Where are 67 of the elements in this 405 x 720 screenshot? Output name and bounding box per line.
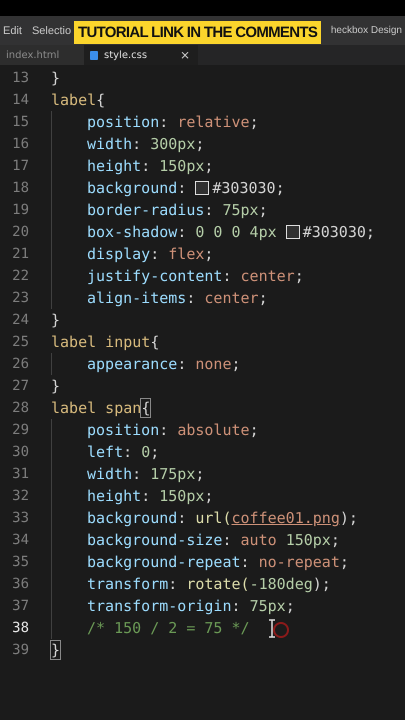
code-text: display: flex; (87, 245, 214, 263)
code-text: position: relative; (87, 113, 259, 131)
code-text: } (51, 69, 60, 87)
line-number: 33 (11, 510, 29, 526)
tutorial-banner: TUTORIAL LINK IN THE COMMENTS (74, 21, 322, 44)
line-number: 24 (11, 312, 29, 328)
line-number: 23 (11, 290, 29, 306)
code-text: label input{ (51, 333, 160, 351)
code-text: background-size: auto 150px; (87, 531, 340, 549)
line-number: 15 (11, 114, 29, 130)
line-number: 20 (11, 224, 29, 240)
file-tab[interactable]: style.css × (84, 45, 198, 65)
code-text: background: (87, 179, 188, 197)
code-text: background-repeat: no-repeat; (87, 553, 349, 571)
code-text: } (51, 311, 60, 329)
code-text: transform-origin: 75px; (87, 597, 295, 615)
code-text: position: absolute; (87, 421, 259, 439)
line-number: 36 (11, 576, 29, 592)
line-number: 32 (11, 488, 29, 504)
code-text: label{ (51, 91, 106, 109)
line-number: 14 (11, 92, 29, 108)
line-number: 22 (11, 268, 29, 284)
color-swatch[interactable] (195, 181, 210, 195)
code-text: height: 150px; (87, 157, 214, 175)
close-button[interactable]: × (180, 48, 190, 62)
line-number: 16 (11, 136, 29, 152)
code-text: } (51, 377, 60, 395)
code-text: width: 300px; (87, 135, 204, 153)
line-number: 19 (11, 202, 29, 218)
line-number: 28 (11, 400, 29, 416)
window-title: heckbox Design (330, 25, 402, 36)
line-number: 29 (11, 422, 29, 438)
line-number: 17 (11, 158, 29, 174)
text-cursor-icon (266, 618, 290, 640)
menu-item[interactable]: Edit (3, 24, 22, 36)
code-text: border-radius: 75px; (87, 201, 268, 219)
code-text: } (51, 641, 60, 659)
line-number: 25 (11, 334, 29, 350)
line-number: 37 (11, 598, 29, 614)
code-text: background: url(coffee01.png); (87, 509, 358, 527)
line-number: 18 (11, 180, 29, 196)
file-tab[interactable]: index.html (0, 45, 84, 65)
css-file-icon (90, 50, 98, 60)
line-number: 39 (11, 642, 29, 658)
color-swatch[interactable] (286, 225, 300, 239)
line-number: 13 (11, 70, 29, 86)
line-number: 35 (11, 554, 29, 570)
menu-item[interactable]: Selectio (32, 24, 72, 36)
code-text: box-shadow: 0 0 0 4px (87, 223, 278, 241)
line-number: 26 (11, 356, 29, 372)
code-text: left: 0; (87, 443, 160, 461)
line-number: 38 (11, 620, 29, 636)
line-number: 30 (11, 444, 29, 460)
line-number: 34 (11, 532, 29, 548)
code-text: #303030; (212, 179, 285, 197)
line-number: 27 (11, 378, 29, 394)
code-text: width: 175px; (87, 465, 204, 483)
code-text: #303030; (302, 223, 375, 241)
line-number: 31 (11, 466, 29, 482)
code-text: transform: rotate(-180deg); (87, 575, 331, 593)
code-text: justify-content: center; (87, 267, 304, 285)
code-text: appearance: none; (87, 355, 241, 373)
code-text: label span{ (51, 399, 150, 417)
code-text: align-items: center; (87, 289, 268, 307)
code-text: height: 150px; (87, 487, 214, 505)
code-text: /* 150 / 2 = 75 */ (87, 619, 250, 637)
line-number: 21 (11, 246, 29, 262)
